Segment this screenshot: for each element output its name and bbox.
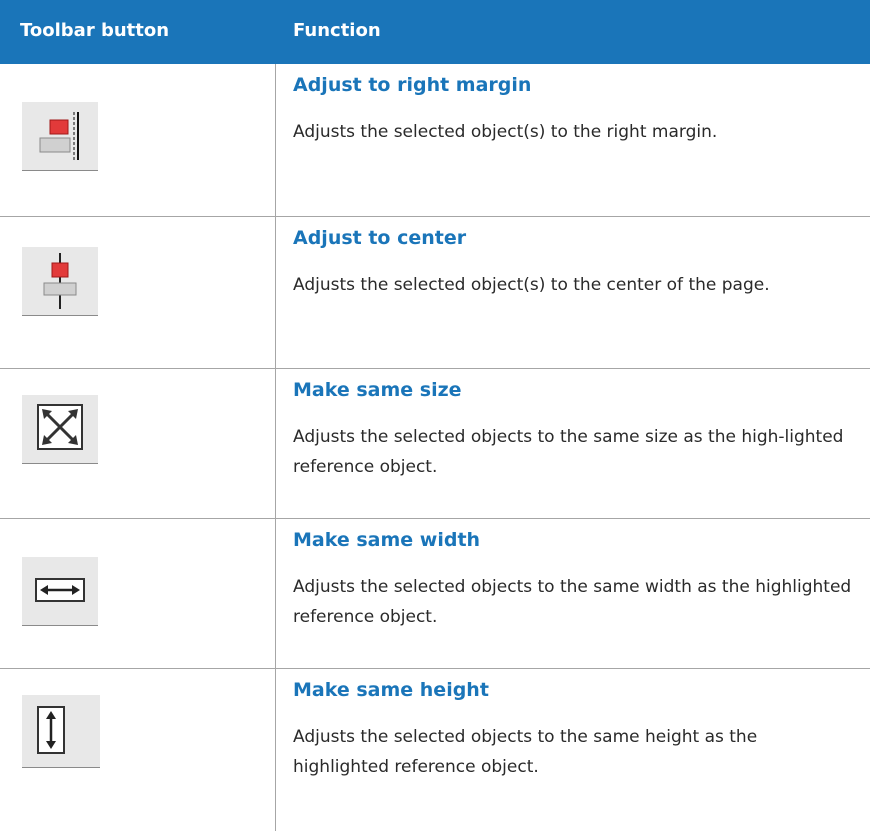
toolbar-button-same-width[interactable] — [22, 557, 98, 626]
row-title: Make same size — [293, 379, 462, 401]
table-row: Adjust to right margin Adjusts the selec… — [0, 64, 870, 217]
row-title: Make same height — [293, 679, 489, 701]
table-row: Adjust to center Adjusts the selected ob… — [0, 217, 870, 369]
same-size-icon — [37, 404, 83, 450]
same-height-icon — [37, 706, 65, 754]
align-right-margin-icon — [39, 112, 79, 160]
toolbar-button-same-height[interactable] — [22, 695, 100, 768]
toolbar-button-center[interactable] — [22, 247, 98, 316]
toolbar-button-same-size[interactable] — [22, 395, 98, 464]
column-divider — [275, 669, 276, 831]
table-row: Make same size Adjusts the selected obje… — [0, 369, 870, 519]
row-description: Adjusts the selected object(s) to the ce… — [293, 275, 770, 295]
toolbar-function-table: Toolbar button Function Adjust to right … — [0, 0, 870, 832]
table-row: Make same width Adjusts the selected obj… — [0, 519, 870, 669]
header-function: Function — [293, 20, 381, 41]
column-divider — [275, 64, 276, 216]
row-description: Adjusts the selected objects to the same… — [293, 727, 758, 777]
row-description: Adjusts the selected objects to the same… — [293, 577, 852, 627]
column-divider — [275, 217, 276, 368]
row-description: Adjusts the selected object(s) to the ri… — [293, 122, 718, 142]
table-header: Toolbar button Function — [0, 0, 870, 64]
header-toolbar-button: Toolbar button — [20, 20, 170, 41]
row-title: Make same width — [293, 529, 481, 551]
row-title: Adjust to center — [293, 227, 467, 249]
column-divider — [275, 519, 276, 668]
table-row: Make same height Adjusts the selected ob… — [0, 669, 870, 831]
same-width-icon — [35, 578, 85, 602]
row-title: Adjust to right margin — [293, 74, 532, 96]
row-description: Adjusts the selected objects to the same… — [293, 427, 844, 477]
toolbar-button-right-margin[interactable] — [22, 102, 98, 171]
column-divider — [275, 369, 276, 518]
align-center-icon — [43, 253, 77, 309]
